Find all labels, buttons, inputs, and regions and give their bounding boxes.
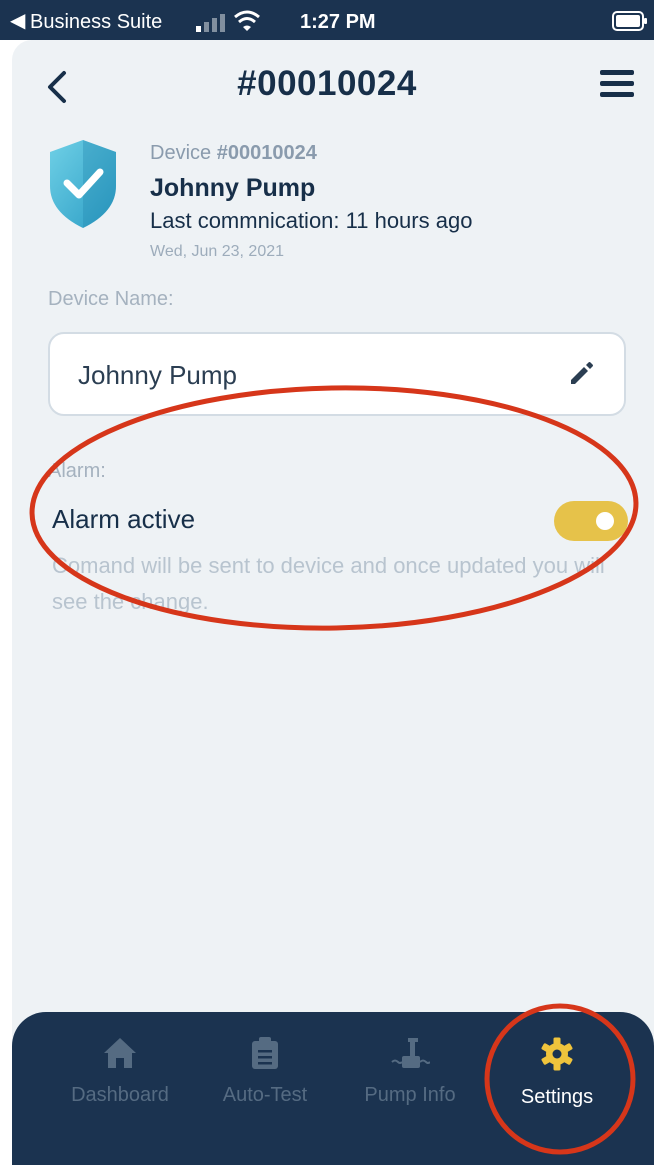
gear-icon <box>541 1037 573 1071</box>
alarm-note: Comand will be sent to device and once u… <box>52 553 605 614</box>
app-screen: #00010024 Device #00010024 Johnny Pump L… <box>12 40 654 1165</box>
menu-icon[interactable] <box>600 70 634 98</box>
status-bar: ◀ Business Suite 1:27 PM <box>0 0 654 40</box>
pencil-icon[interactable] <box>568 361 594 387</box>
pump-icon <box>391 1038 430 1068</box>
clipboard-icon <box>252 1037 278 1069</box>
alarm-active-label: Alarm active <box>52 504 196 534</box>
device-id: #00010024 <box>216 142 317 164</box>
tab-pump-info[interactable]: Pump Info <box>335 1036 485 1136</box>
tab-dashboard-label: Dashboard <box>71 1084 169 1106</box>
battery-icon <box>612 11 647 31</box>
wifi-icon <box>234 10 260 31</box>
last-communication: Last commnication: 11 hours ago <box>150 208 473 233</box>
alarm-toggle[interactable] <box>554 501 628 541</box>
device-id-label: Device #00010024 <box>150 142 317 165</box>
tab-auto-test[interactable]: Auto-Test <box>190 1036 340 1136</box>
tab-bar: Dashboard Auto-Test Pump Info Settings <box>12 1012 654 1165</box>
toggle-knob <box>596 512 614 530</box>
page-title: #00010024 <box>237 64 417 103</box>
back-to-app-arrow[interactable]: ◀ <box>10 8 25 33</box>
tab-pump-info-label: Pump Info <box>364 1084 456 1106</box>
home-icon <box>104 1038 136 1068</box>
device-name: Johnny Pump <box>150 174 316 202</box>
status-time: 1:27 PM <box>300 11 376 33</box>
tab-auto-test-label: Auto-Test <box>222 1084 308 1106</box>
last-communication-date: Wed, Jun 23, 2021 <box>150 243 285 260</box>
alarm-label: Alarm: <box>48 460 106 482</box>
device-label-prefix: Device <box>150 142 212 164</box>
signal-icon <box>196 14 232 32</box>
tab-settings-label: Settings <box>520 1086 594 1108</box>
back-to-app-label[interactable]: Business Suite <box>30 11 162 34</box>
tab-dashboard[interactable]: Dashboard <box>45 1036 195 1136</box>
device-name-label: Device Name: <box>48 288 174 310</box>
device-name-value[interactable]: Johnny Pump <box>78 360 237 391</box>
back-icon[interactable] <box>42 70 72 104</box>
tab-settings[interactable]: Settings <box>482 1036 632 1136</box>
shield-check-icon <box>50 140 116 228</box>
device-name-field[interactable]: Johnny Pump <box>48 332 626 416</box>
